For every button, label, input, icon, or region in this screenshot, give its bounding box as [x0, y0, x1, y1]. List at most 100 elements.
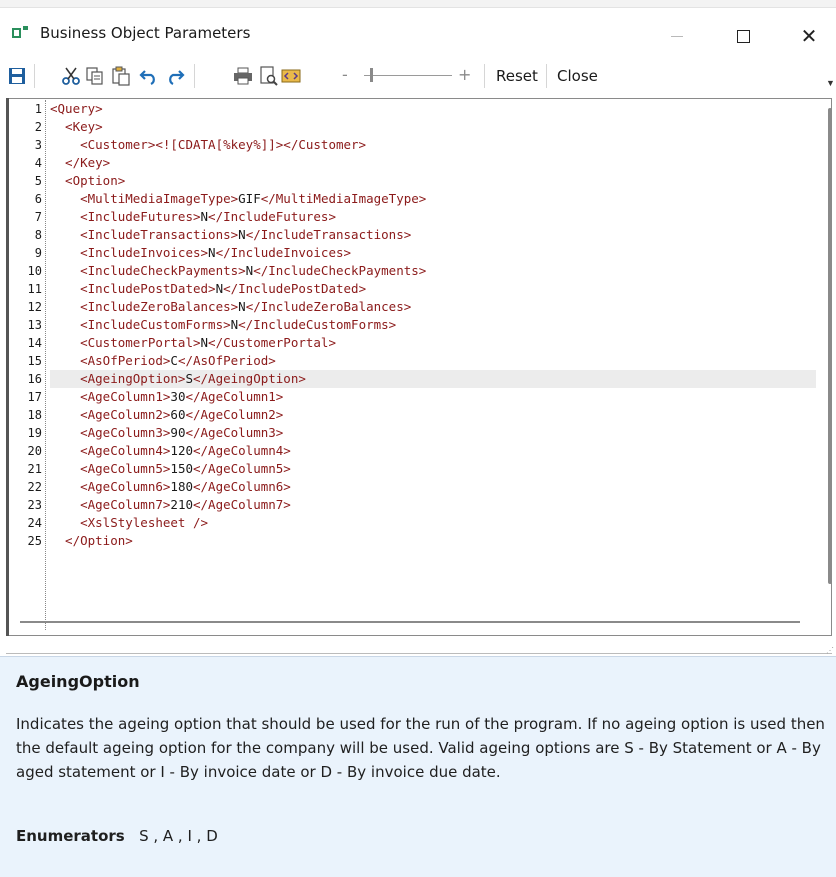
- code-line[interactable]: <IncludeCheckPayments>N</IncludeCheckPay…: [50, 262, 816, 280]
- xml-tag: </AgeColumn5>: [193, 461, 291, 476]
- xml-tag: <IncludeInvoices>: [50, 245, 209, 260]
- undo-icon: [139, 70, 155, 85]
- code-line[interactable]: <AgeColumn1>30</AgeColumn1>: [50, 388, 816, 406]
- code-line[interactable]: <Customer><![CDATA[%key%]]></Customer>: [50, 136, 816, 154]
- paste-button[interactable]: [110, 64, 132, 88]
- xml-value: 210: [170, 497, 193, 512]
- xml-tag: <IncludeZeroBalances>: [50, 299, 239, 314]
- resize-grip-icon[interactable]: ⋰: [826, 646, 834, 655]
- code-line[interactable]: <IncludeCustomForms>N</IncludeCustomForm…: [50, 316, 816, 334]
- print-button[interactable]: [232, 64, 254, 88]
- close-button[interactable]: Close: [557, 67, 598, 85]
- line-number: 6: [34, 192, 42, 206]
- toolbar-overflow-icon[interactable]: ▼: [826, 78, 835, 88]
- code-line[interactable]: <CustomerPortal>N</CustomerPortal>: [50, 334, 816, 352]
- close-window-button[interactable]: ✕: [784, 16, 834, 56]
- xml-tag: </AgeColumn4>: [193, 443, 291, 458]
- top-edge: [0, 0, 836, 8]
- code-line[interactable]: <IncludeInvoices>N</IncludeInvoices>: [50, 244, 816, 262]
- code-line[interactable]: <IncludePostDated>N</IncludePostDated>: [50, 280, 816, 298]
- code-line[interactable]: <AgeColumn4>120</AgeColumn4>: [50, 442, 816, 460]
- xml-value: S: [185, 371, 193, 386]
- paste-icon: [112, 66, 130, 86]
- code-line[interactable]: <IncludeTransactions>N</IncludeTransacti…: [50, 226, 816, 244]
- horizontal-scrollbar[interactable]: [20, 621, 800, 623]
- code-line[interactable]: <XslStylesheet />: [50, 514, 816, 532]
- xml-value: N: [200, 209, 209, 224]
- code-line[interactable]: <AgeColumn2>60</AgeColumn2>: [50, 406, 816, 424]
- xml-tag: <AgeColumn7>: [50, 497, 171, 512]
- xml-tag: <Customer><![CDATA[%key%]]></Customer>: [50, 137, 367, 152]
- xml-tag: </IncludeFutures>: [208, 209, 336, 224]
- code-line[interactable]: </Option>: [50, 532, 816, 550]
- xml-tag: <Query>: [50, 101, 103, 116]
- line-number: 18: [27, 408, 42, 422]
- line-number: 17: [27, 390, 42, 404]
- line-number: 5: [34, 174, 42, 188]
- xml-tag: </IncludeCustomForms>: [238, 317, 397, 332]
- xml-tag: <AgeColumn6>: [50, 479, 171, 494]
- xml-tag: <Option>: [50, 173, 126, 188]
- code-line[interactable]: <IncludeZeroBalances>N</IncludeZeroBalan…: [50, 298, 816, 316]
- toolbar: - + Reset Close ▼: [0, 58, 836, 94]
- code-line[interactable]: <Key>: [50, 118, 816, 136]
- toolbar-separator: [34, 64, 35, 88]
- print-icon: [234, 67, 252, 85]
- line-number: 16: [27, 372, 42, 386]
- code-line[interactable]: </Key>: [50, 154, 816, 172]
- code-area[interactable]: <Query> <Key> <Customer><![CDATA[%key%]]…: [50, 100, 816, 630]
- xml-value: 120: [170, 443, 193, 458]
- zoom-slider[interactable]: [364, 75, 452, 76]
- code-line[interactable]: <MultiMediaImageType>GIF</MultiMediaImag…: [50, 190, 816, 208]
- xml-tag: </IncludeCheckPayments>: [253, 263, 427, 278]
- line-number: 1: [34, 102, 42, 116]
- xml-tag: </MultiMediaImageType>: [260, 191, 427, 206]
- cut-button[interactable]: [60, 64, 82, 88]
- copy-button[interactable]: [84, 64, 106, 88]
- xml-tag: <AgeingOption>: [50, 371, 186, 386]
- code-line[interactable]: <AgeColumn5>150</AgeColumn5>: [50, 460, 816, 478]
- line-number: 12: [27, 300, 42, 314]
- code-line[interactable]: <AgeingOption>S</AgeingOption>: [50, 370, 816, 388]
- xml-value: GIF: [238, 191, 261, 206]
- xml-value: 180: [170, 479, 193, 494]
- maximize-button[interactable]: [718, 16, 768, 56]
- line-number: 15: [27, 354, 42, 368]
- xml-value: N: [238, 299, 246, 314]
- minimize-icon: [671, 35, 683, 37]
- xml-tag: <IncludeCustomForms>: [50, 317, 231, 332]
- minimize-button[interactable]: [652, 16, 702, 56]
- zoom-in-button[interactable]: +: [458, 65, 471, 84]
- xml-view-button[interactable]: [280, 64, 302, 88]
- window-title: Business Object Parameters: [40, 24, 251, 42]
- vertical-scrollbar[interactable]: [828, 108, 832, 584]
- xml-tag: </IncludeTransactions>: [245, 227, 412, 242]
- xml-value: 90: [170, 425, 186, 440]
- code-line[interactable]: <Query>: [50, 100, 816, 118]
- xml-tag: <AgeColumn1>: [50, 389, 171, 404]
- zoom-slider-thumb[interactable]: [370, 68, 373, 82]
- code-line[interactable]: <AgeColumn7>210</AgeColumn7>: [50, 496, 816, 514]
- undo-button[interactable]: [138, 64, 160, 88]
- xml-tag: <XslStylesheet />: [50, 515, 209, 530]
- redo-button[interactable]: [164, 64, 186, 88]
- code-line[interactable]: <IncludeFutures>N</IncludeFutures>: [50, 208, 816, 226]
- xml-value: N: [208, 245, 216, 260]
- help-panel: AgeingOption Indicates the ageing option…: [0, 656, 836, 877]
- line-number: 13: [27, 318, 42, 332]
- xml-value: C: [170, 353, 178, 368]
- code-line[interactable]: <Option>: [50, 172, 816, 190]
- reset-button[interactable]: Reset: [496, 67, 538, 85]
- print-preview-button[interactable]: [258, 64, 280, 88]
- code-line[interactable]: <AgeColumn6>180</AgeColumn6>: [50, 478, 816, 496]
- xml-tag: </IncludeInvoices>: [215, 245, 352, 260]
- zoom-out-button[interactable]: -: [342, 65, 348, 84]
- toolbar-separator: [546, 64, 547, 88]
- xml-tag: </AgeingOption>: [193, 371, 306, 386]
- xml-value: N: [238, 227, 246, 242]
- code-line[interactable]: <AsOfPeriod>C</AsOfPeriod>: [50, 352, 816, 370]
- xml-tag: </Key>: [50, 155, 111, 170]
- save-button[interactable]: [6, 64, 28, 88]
- code-line[interactable]: <AgeColumn3>90</AgeColumn3>: [50, 424, 816, 442]
- xml-value: 30: [170, 389, 186, 404]
